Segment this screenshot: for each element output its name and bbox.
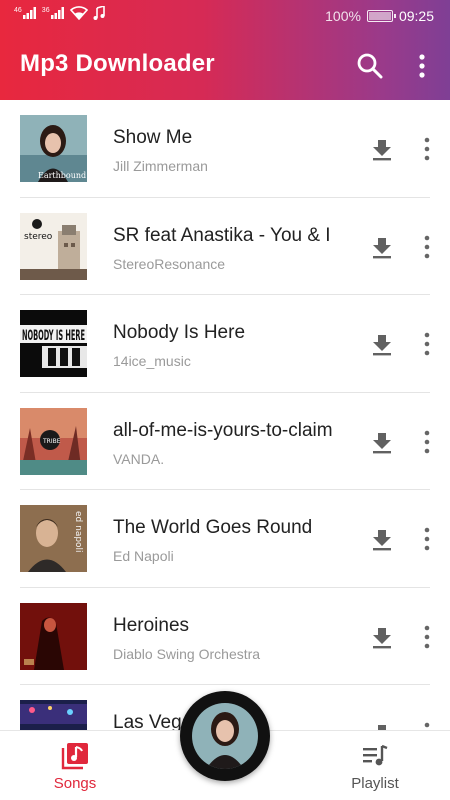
song-row[interactable]: ed napoli The World Goes Round Ed Napoli (0, 490, 450, 588)
album-art: Earthbound (20, 115, 87, 182)
download-icon (373, 530, 391, 551)
more-vert-icon (419, 54, 425, 78)
music-note-icon (93, 6, 105, 20)
album-art: TRIBE (20, 407, 87, 475)
album-art: stereo (20, 212, 87, 280)
songs-icon (61, 742, 89, 770)
download-button[interactable] (370, 626, 394, 650)
tab-playlist[interactable]: Playlist (325, 731, 425, 800)
download-icon (373, 237, 391, 258)
more-vert-icon (424, 430, 430, 453)
song-title: Heroines (113, 614, 190, 636)
song-row[interactable]: stereo SR feat Anastika - You & I Stereo… (0, 198, 450, 295)
tab-playlist-label: Playlist (351, 775, 399, 792)
song-artist: Diablo Swing Orchestra (113, 645, 261, 662)
song-row[interactable]: Earthbound Show Me Jill Zimmerman (0, 100, 450, 198)
more-vert-icon (424, 235, 430, 258)
wifi-icon (69, 6, 88, 20)
album-art-text: Earthbound (38, 171, 86, 180)
song-title: SR feat Anastika - You & I (113, 224, 331, 246)
song-title: The World Goes Round (113, 517, 313, 538)
song-more-button[interactable] (418, 136, 436, 162)
signal-icon-2: 36 (42, 7, 65, 19)
playlist-icon (361, 742, 389, 770)
download-icon (373, 335, 391, 356)
overflow-menu-button[interactable] (410, 52, 434, 80)
more-vert-icon (424, 625, 430, 648)
app-bar: 46 36 100% 09:25 Mp3 Downloader (0, 0, 450, 100)
search-button[interactable] (356, 52, 384, 80)
album-art-text: TRIBE (42, 438, 61, 445)
song-artist: StereoResonance (113, 255, 226, 272)
tab-songs-label: Songs (53, 775, 97, 792)
song-title: Show Me (113, 127, 193, 148)
song-more-button[interactable] (418, 429, 436, 455)
signal-icon-1: 46 (14, 7, 37, 19)
song-more-button[interactable] (418, 526, 436, 552)
song-artist: VANDA. (113, 450, 165, 467)
network-type-1: 46 (14, 7, 22, 14)
album-art: NOBODY IS HERE (20, 310, 87, 377)
more-vert-icon (424, 527, 430, 551)
song-more-button[interactable] (418, 234, 436, 260)
download-icon (373, 627, 391, 648)
song-list[interactable]: Earthbound Show Me Jill Zimmerman stereo… (0, 100, 450, 783)
song-title: Nobody Is Here (113, 322, 246, 343)
download-icon (373, 432, 391, 453)
battery-percent: 100% (325, 8, 361, 24)
song-more-button[interactable] (418, 624, 436, 650)
song-row[interactable]: Heroines Diablo Swing Orchestra (0, 588, 450, 685)
status-left: 46 36 (14, 6, 105, 20)
download-button[interactable] (370, 528, 394, 552)
download-button[interactable] (370, 138, 394, 162)
download-button[interactable] (370, 236, 394, 260)
song-title: all-of-me-is-yours-to-claim (113, 419, 333, 441)
status-bar: 46 36 100% 09:25 (0, 0, 450, 32)
album-art (20, 602, 87, 670)
clock: 09:25 (398, 8, 434, 24)
more-vert-icon (424, 332, 430, 356)
album-art-text: NOBODY IS HERE (22, 328, 85, 344)
now-playing-button[interactable] (180, 691, 270, 781)
song-artist: Ed Napoli (113, 548, 174, 564)
album-art: ed napoli (20, 505, 87, 572)
song-artist: 14ice_music (113, 353, 191, 369)
app-title: Mp3 Downloader (20, 50, 215, 77)
song-row[interactable]: TRIBE all-of-me-is-yours-to-claim VANDA. (0, 393, 450, 490)
album-art-text: stereo (24, 232, 53, 242)
status-right: 100% 09:25 (325, 8, 434, 24)
download-button[interactable] (370, 333, 394, 357)
album-art-text: ed napoli (73, 511, 83, 553)
tab-songs[interactable]: Songs (25, 731, 125, 800)
more-vert-icon (424, 137, 430, 161)
song-more-button[interactable] (418, 331, 436, 357)
battery-icon (366, 10, 396, 22)
song-row[interactable]: NOBODY IS HERE Nobody Is Here 14ice_musi… (0, 295, 450, 393)
search-icon (357, 53, 383, 79)
now-playing-album-art (192, 703, 258, 769)
download-button[interactable] (370, 431, 394, 455)
network-type-2: 36 (41, 7, 50, 14)
download-icon (373, 140, 391, 161)
song-artist: Jill Zimmerman (113, 158, 208, 174)
